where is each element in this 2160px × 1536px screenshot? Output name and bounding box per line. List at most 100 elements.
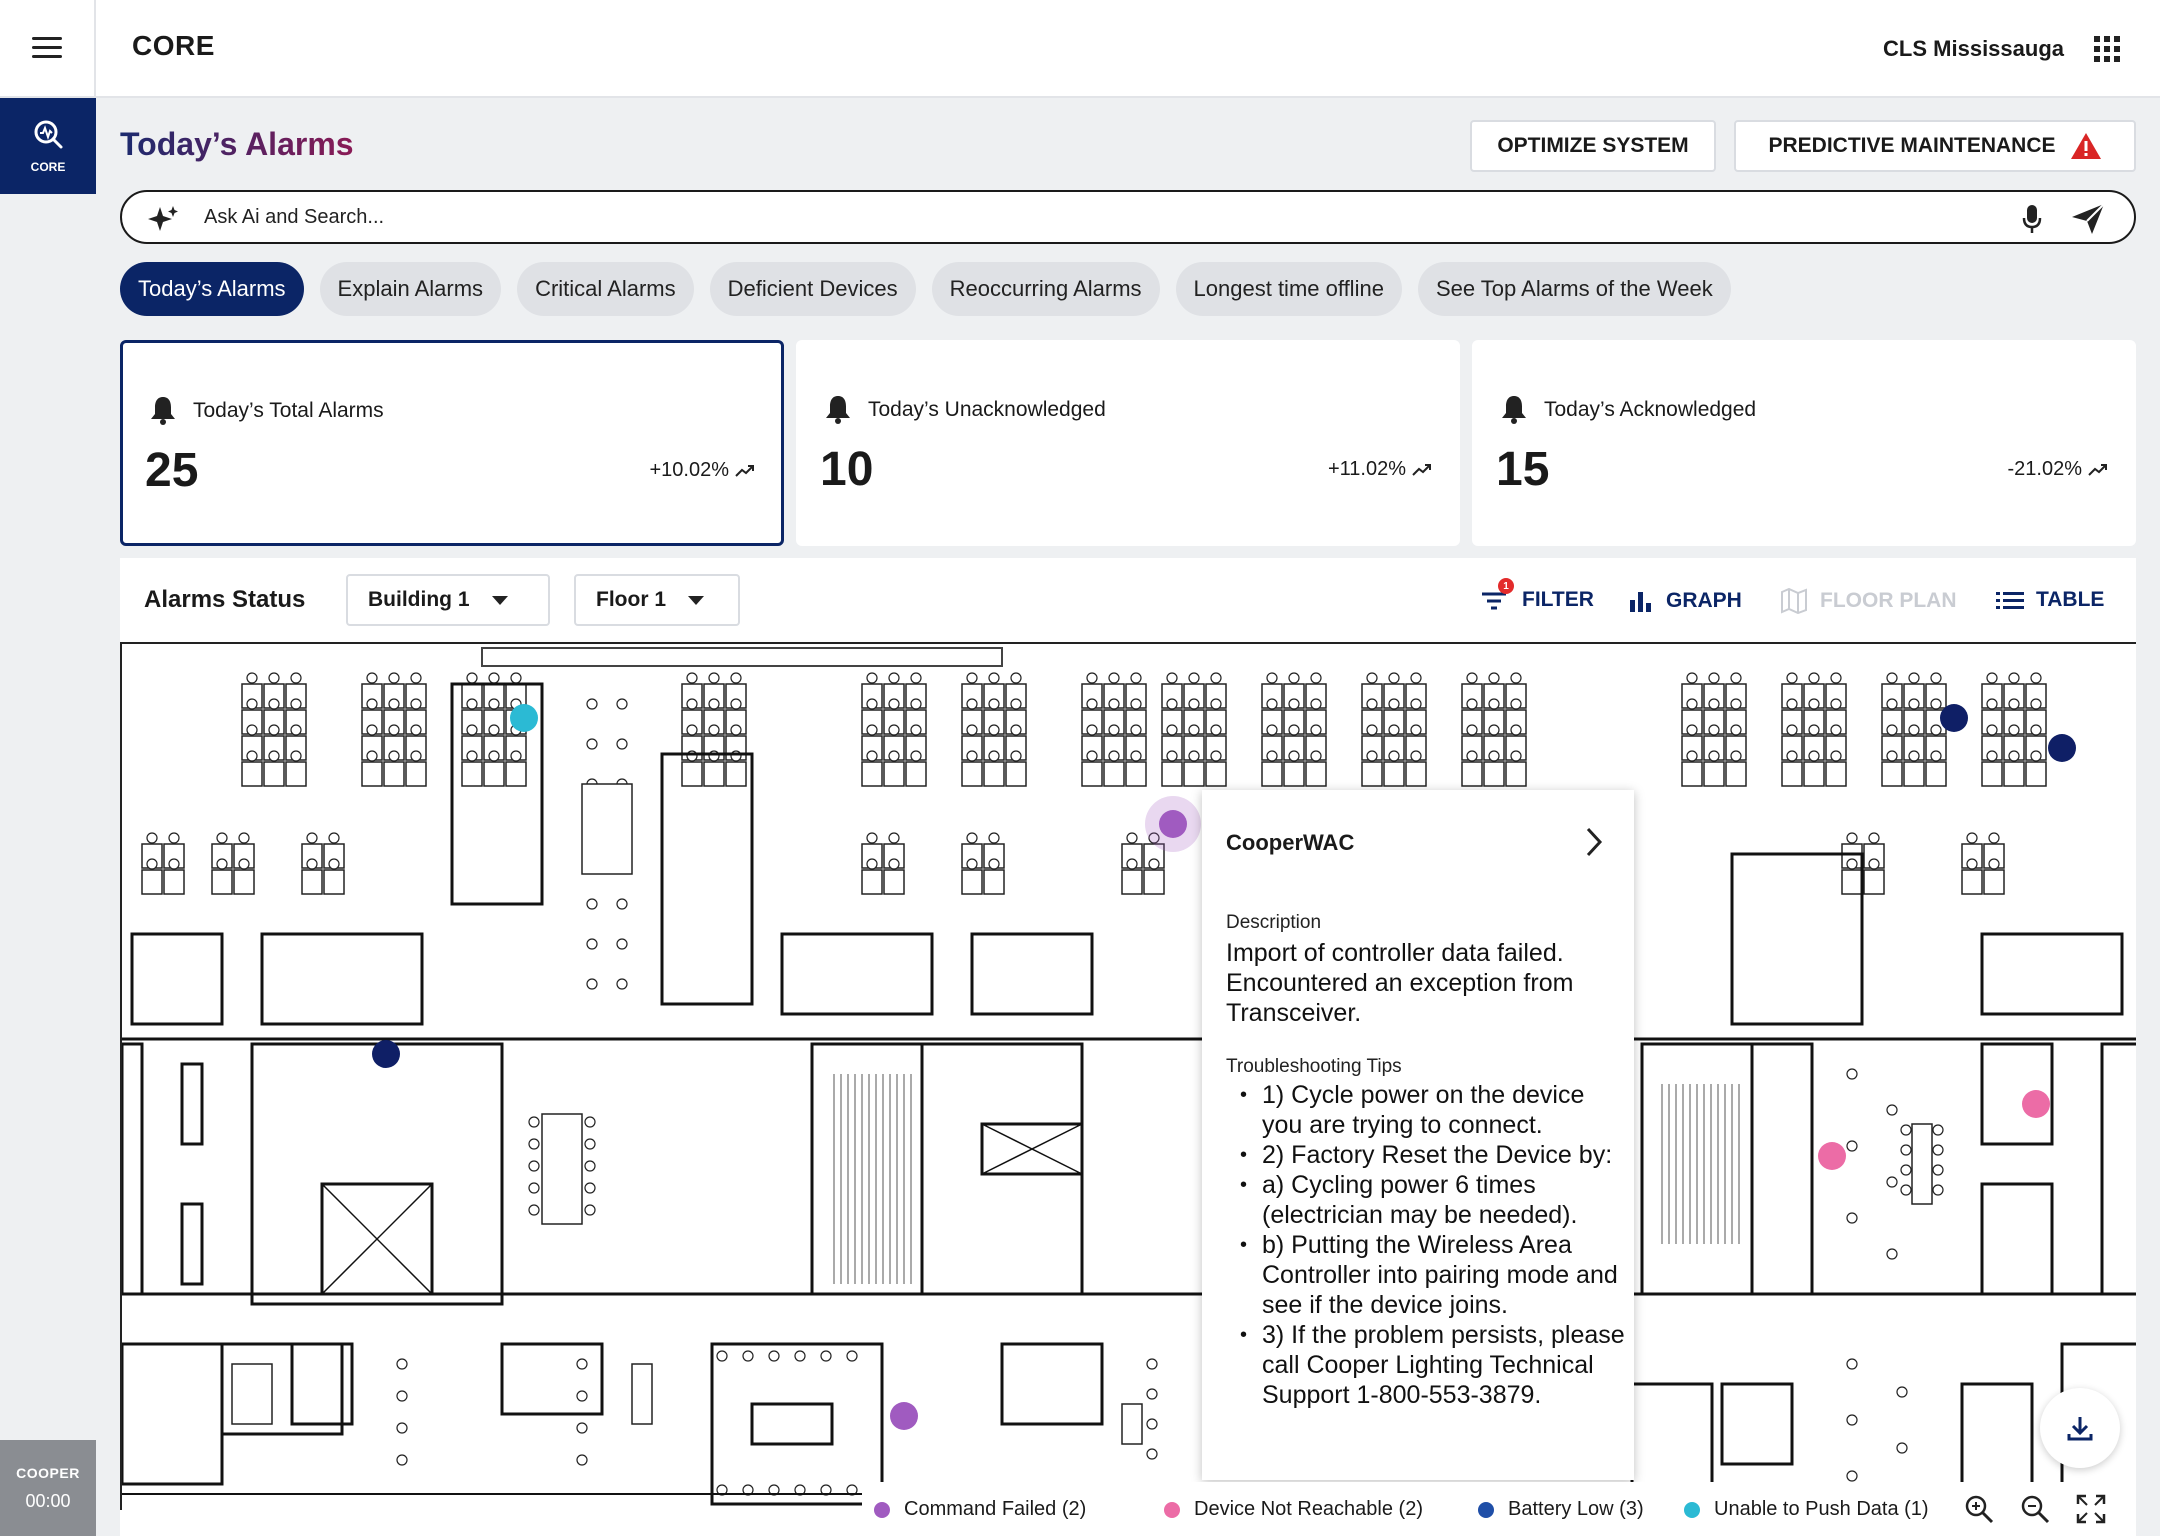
floor-plan-button[interactable]: FLOOR PLAN [1780, 588, 1957, 614]
list-icon [1996, 592, 2024, 609]
chevron-right-icon[interactable] [1584, 826, 1604, 858]
alarm-marker-command-failed-selected[interactable] [1159, 810, 1187, 838]
legend-command-failed[interactable]: Command Failed (2) [874, 1498, 1086, 1521]
floor-dropdown[interactable]: Floor 1 [574, 574, 740, 626]
menu-button[interactable] [0, 0, 96, 96]
ai-sparkle-icon [148, 206, 178, 231]
chip-critical-alarms[interactable]: Critical Alarms [517, 262, 694, 316]
kpi-value: 15 [1496, 443, 1550, 496]
core-search-icon [34, 120, 63, 149]
kpi-value: 10 [820, 443, 874, 496]
ai-search-bar [120, 190, 2136, 244]
bell-icon [151, 397, 175, 425]
chip-deficient-devices[interactable]: Deficient Devices [709, 262, 916, 316]
kpi-label: Today’s Unacknowledged [868, 398, 1106, 421]
alarm-detail-popup: CooperWAC Description Import of controll… [1202, 790, 1634, 1480]
kpi-label: Today’s Acknowledged [1544, 398, 1757, 421]
kpi-delta-value: +10.02% [649, 459, 729, 481]
warning-icon [2070, 133, 2101, 159]
trend-up-icon [1412, 463, 1431, 476]
filter-label: FILTER [1522, 588, 1594, 611]
legend-dot [1684, 1501, 1700, 1518]
tip-item: b) Putting the Wireless Area Controller … [1236, 1230, 1628, 1320]
kpi-value: 25 [145, 444, 199, 497]
sidebar: CORE COOPER 00:00 [0, 98, 96, 1536]
predictive-maintenance-label: PREDICTIVE MAINTENANCE [1768, 134, 2056, 157]
alarm-legend: Command Failed (2) Device Not Reachable … [862, 1482, 2136, 1536]
session-timer: 00:00 [25, 1490, 71, 1511]
description-text: Import of controller data failed. Encoun… [1226, 939, 1574, 1027]
kpi-delta-value: -21.02% [2007, 458, 2083, 480]
alarm-marker-push-failed[interactable] [510, 704, 538, 732]
kpi-card-acknowledged[interactable]: Today’s Acknowledged 15 -21.02% [1472, 340, 2136, 546]
tip-item: 1) Cycle power on the device you are try… [1236, 1080, 1628, 1140]
chip-longest-offline[interactable]: Longest time offline [1175, 262, 1402, 316]
legend-label: Unable to Push Data (1) [1714, 1498, 1929, 1520]
kpi-delta-value: +11.02% [1327, 458, 1406, 480]
bar-chart-icon [1630, 592, 1651, 612]
zoom-out-icon[interactable] [2020, 1494, 2050, 1524]
tip-item: a) Cycling power 6 times (electrician ma… [1236, 1170, 1628, 1230]
chip-todays-alarms[interactable]: Today’s Alarms [120, 262, 304, 316]
legend-push-failed[interactable]: Unable to Push Data (1) [1684, 1498, 1929, 1521]
legend-not-reachable[interactable]: Device Not Reachable (2) [1164, 1498, 1423, 1521]
optimize-system-button[interactable]: OPTIMIZE SYSTEM [1470, 120, 1716, 172]
chevron-down-icon [688, 595, 705, 605]
kpi-delta: +11.02% [1328, 458, 1432, 481]
chip-top-alarms-week[interactable]: See Top Alarms of the Week [1417, 262, 1731, 316]
download-button[interactable] [2040, 1388, 2120, 1468]
table-label: TABLE [2036, 588, 2105, 611]
search-input[interactable] [204, 202, 2004, 232]
zoom-in-icon[interactable] [1964, 1494, 1994, 1524]
building-dropdown[interactable]: Building 1 [346, 574, 550, 626]
alarm-marker-battery-low[interactable] [372, 1040, 400, 1068]
kpi-card-unacknowledged[interactable]: Today’s Unacknowledged 10 +11.02% [796, 340, 1460, 546]
microphone-icon[interactable] [2022, 204, 2042, 234]
graph-button[interactable]: GRAPH [1628, 588, 1742, 614]
kpi-card-total[interactable]: Today’s Total Alarms 25 +10.02% [120, 340, 784, 546]
trend-up-icon [735, 464, 754, 477]
predictive-maintenance-button[interactable]: PREDICTIVE MAINTENANCE [1734, 120, 2136, 172]
optimize-system-label: OPTIMIZE SYSTEM [1497, 134, 1689, 157]
building-dropdown-value: Building 1 [368, 588, 470, 611]
sidebar-core-label: CORE [30, 160, 66, 174]
trend-up-icon [2088, 463, 2107, 476]
floor-plan-drawing [122, 647, 2136, 1506]
apps-grid-icon[interactable] [2094, 36, 2120, 62]
filter-count-badge: 1 [1498, 578, 1514, 594]
filter-button[interactable]: 1 FILTER [1480, 578, 1594, 612]
legend-label: Device Not Reachable (2) [1194, 1498, 1423, 1520]
chip-reoccurring-alarms[interactable]: Reoccurring Alarms [931, 262, 1160, 316]
alarm-marker-battery-low[interactable] [1940, 704, 1968, 732]
floor-plan-map[interactable] [120, 642, 2136, 1510]
chip-explain-alarms[interactable]: Explain Alarms [319, 262, 502, 316]
floor-plan-label: FLOOR PLAN [1820, 589, 1957, 612]
send-icon[interactable] [2070, 202, 2106, 236]
graph-label: GRAPH [1666, 589, 1742, 612]
chevron-down-icon [491, 595, 508, 605]
kpi-delta: -21.02% [2008, 458, 2109, 481]
legend-dot [1478, 1501, 1494, 1518]
legend-dot [874, 1501, 890, 1518]
tips-list: 1) Cycle power on the device you are try… [1236, 1080, 1628, 1410]
alarm-marker-not-reachable[interactable] [1818, 1142, 1846, 1170]
download-icon [2067, 1417, 2093, 1441]
floor-dropdown-value: Floor 1 [596, 588, 667, 611]
sidebar-item-core[interactable]: CORE [0, 98, 96, 194]
table-button[interactable]: TABLE [1996, 588, 2104, 612]
legend-label: Command Failed (2) [904, 1498, 1087, 1520]
page-title: Today’s Alarms [120, 126, 354, 162]
alarm-marker-battery-low[interactable] [2048, 734, 2076, 762]
kpi-label: Today’s Total Alarms [193, 399, 384, 422]
alarm-marker-command-failed[interactable] [890, 1402, 918, 1430]
site-selector[interactable]: CLS Mississauga [1883, 36, 2064, 62]
alarm-marker-not-reachable[interactable] [2022, 1090, 2050, 1118]
sidebar-footer: COOPER 00:00 [0, 1440, 96, 1536]
tip-item: 3) If the problem persists, please call … [1236, 1320, 1628, 1410]
fullscreen-icon[interactable] [2076, 1494, 2106, 1524]
bell-icon [1502, 396, 1526, 424]
legend-dot [1164, 1501, 1180, 1518]
cooper-logo: COOPER [16, 1464, 80, 1481]
hamburger-icon [32, 37, 62, 59]
legend-battery-low[interactable]: Battery Low (3) [1478, 1498, 1644, 1521]
